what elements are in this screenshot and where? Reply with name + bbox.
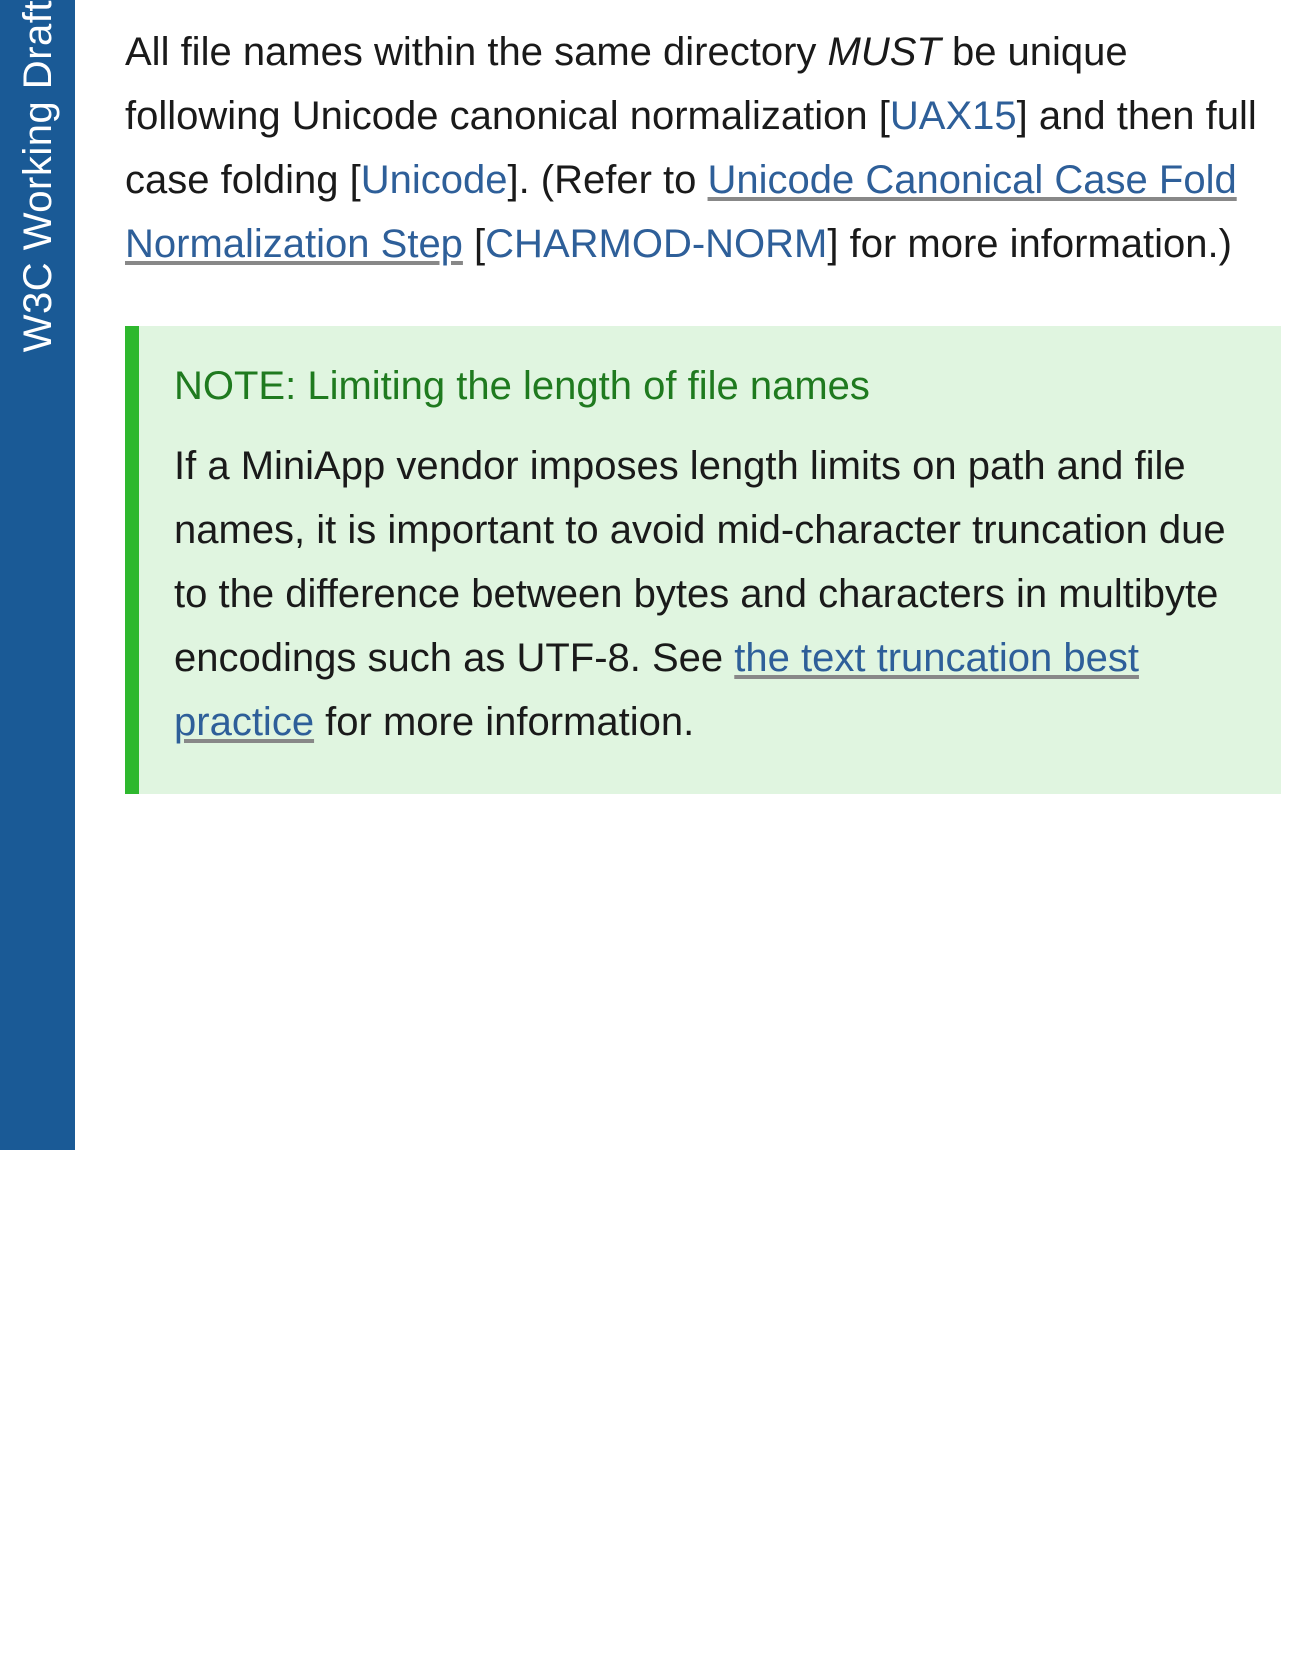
rfc2119-must: MUST bbox=[828, 30, 941, 74]
status-sidebar: W3C Working Draft bbox=[0, 0, 75, 1150]
document-content: All file names within the same directory… bbox=[75, 0, 1311, 1655]
para-text-6: ] for more information.) bbox=[827, 222, 1232, 266]
para-text-5: [ bbox=[463, 222, 485, 266]
note-body: If a MiniApp vendor imposes length limit… bbox=[174, 434, 1251, 754]
para-text-1: All file names within the same directory bbox=[125, 30, 828, 74]
main-paragraph: All file names within the same directory… bbox=[125, 20, 1281, 276]
ref-uax15[interactable]: UAX15 bbox=[890, 94, 1017, 138]
note-body-text-2: for more information. bbox=[314, 700, 694, 744]
para-text-4: ]. (Refer to bbox=[507, 158, 707, 202]
ref-unicode[interactable]: Unicode bbox=[361, 158, 508, 202]
note-box: NOTE: Limiting the length of file names … bbox=[125, 326, 1281, 794]
ref-charmod[interactable]: CHARMOD-NORM bbox=[485, 222, 827, 266]
status-label: W3C Working Draft bbox=[6, 0, 70, 382]
note-heading: NOTE: Limiting the length of file names bbox=[174, 356, 1251, 416]
